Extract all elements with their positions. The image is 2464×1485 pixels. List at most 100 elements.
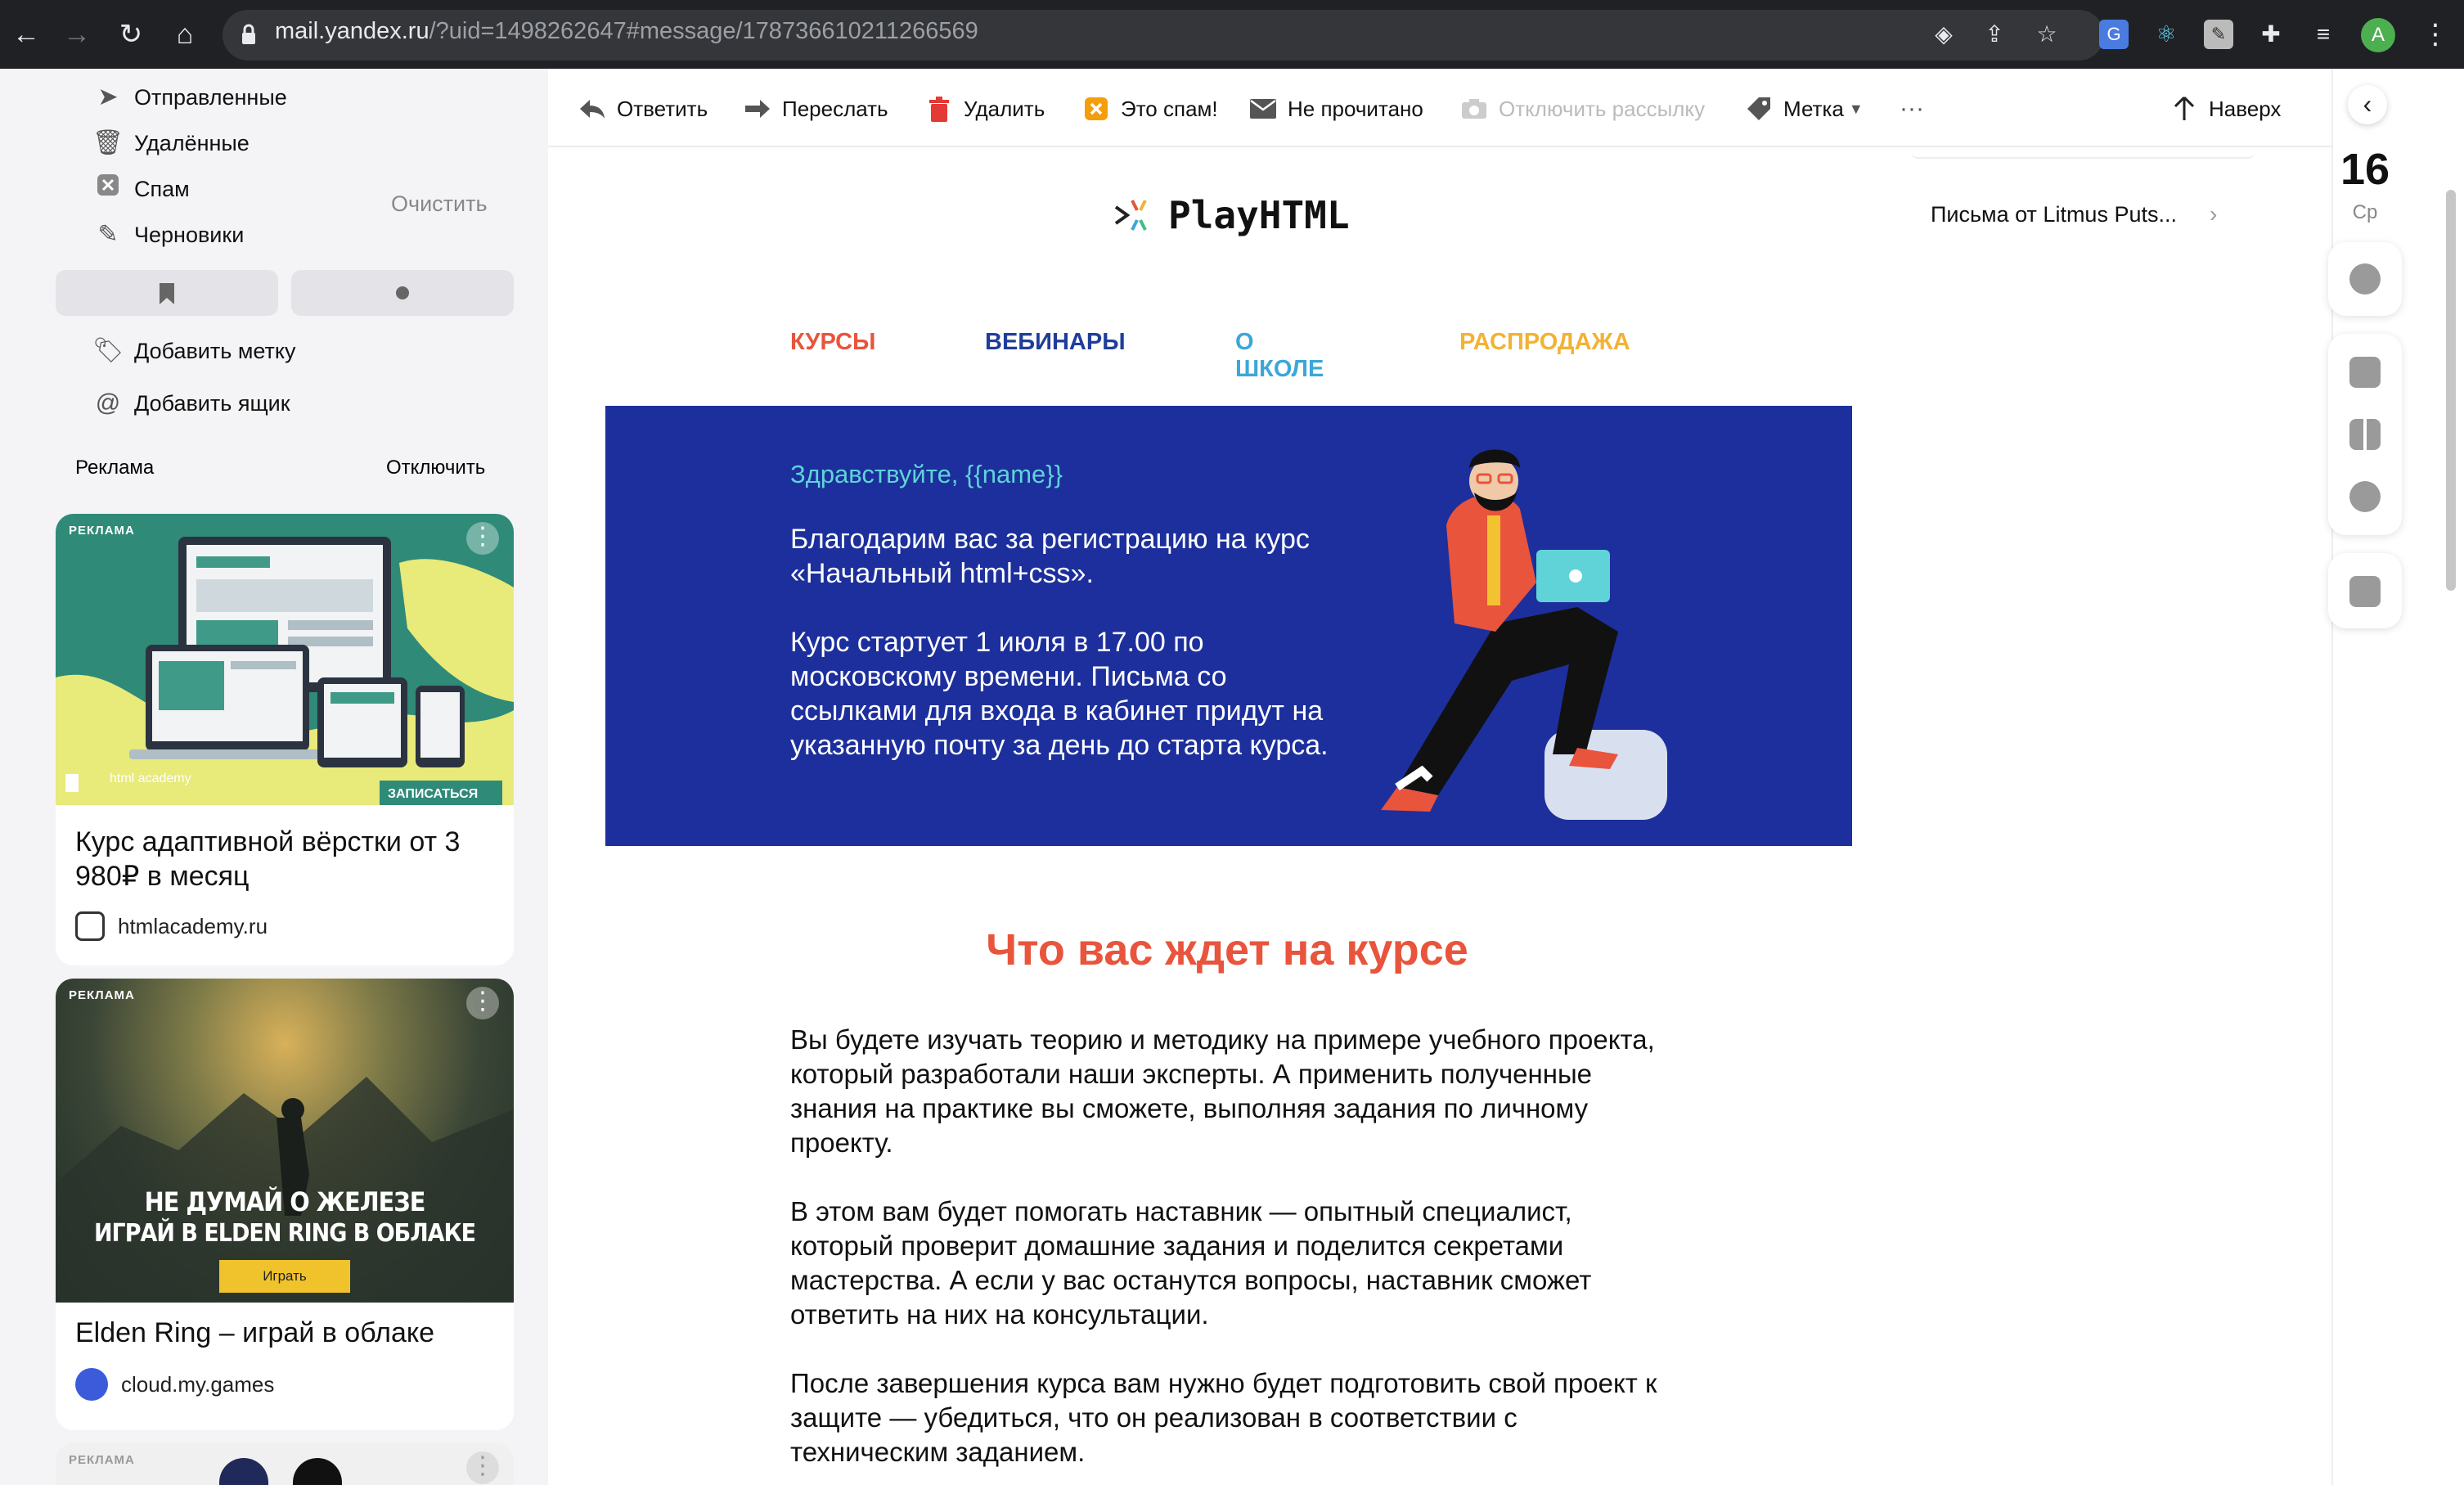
translate-extension-icon[interactable]: G bbox=[2099, 20, 2129, 49]
forward-arrow-icon bbox=[743, 94, 772, 124]
ad-tag: РЕКЛАМА bbox=[69, 1453, 135, 1467]
widget-box bbox=[2328, 553, 2402, 628]
folder-label: Спам bbox=[134, 176, 190, 201]
add-mailbox-button[interactable]: @ Добавить ящик bbox=[92, 383, 290, 424]
ad-banner-image bbox=[293, 1458, 342, 1485]
message-toolbar: Ответить Переслать Удалить Это спам! Не … bbox=[548, 69, 2331, 147]
ad-banner-subheadline: ИГРАЙ В ELDEN RING В ОБЛАКЕ bbox=[93, 1219, 476, 1248]
ad-banner-cta[interactable]: ЗАПИСАТЬСЯ bbox=[388, 787, 478, 802]
bookmark-star-icon[interactable]: ☆ bbox=[2032, 20, 2062, 49]
media-queue-icon[interactable]: ≡ bbox=[2309, 20, 2338, 49]
nav-about[interactable]: О ШКОЛЕ bbox=[1235, 329, 1324, 383]
body-paragraph: После завершения курса вам нужно будет п… bbox=[790, 1368, 1657, 1467]
folder-label: Отправленные bbox=[134, 84, 287, 110]
folder-spam[interactable]: Спам bbox=[92, 169, 190, 209]
cast-icon[interactable]: ◈ bbox=[1929, 20, 1958, 49]
folder-label: Удалённые bbox=[134, 130, 250, 155]
reply-button[interactable]: Ответить bbox=[578, 92, 708, 126]
scroll-top-label: Наверх bbox=[2209, 96, 2282, 121]
ad-domain-text: htmlacademy.ru bbox=[118, 913, 268, 938]
calendar-weekday: Ср bbox=[2352, 201, 2378, 223]
reload-icon[interactable]: ↻ bbox=[113, 16, 149, 52]
envelope-icon bbox=[1248, 94, 1278, 124]
pencil-icon: ✎ bbox=[97, 221, 119, 248]
telemost-icon[interactable] bbox=[2349, 263, 2381, 295]
more-actions-button[interactable]: ··· bbox=[1900, 92, 1924, 126]
spam-button[interactable]: Это спам! bbox=[1081, 92, 1218, 126]
ad-title[interactable]: Elden Ring – играй в облаке bbox=[75, 1316, 501, 1350]
notes-icon[interactable] bbox=[2349, 357, 2381, 388]
folder-drafts[interactable]: ✎ Черновики bbox=[92, 214, 244, 255]
welcome-banner: Здравствуйте, {{name}} Благодарим вас за… bbox=[605, 406, 1852, 846]
ad-banner-image[interactable] bbox=[56, 514, 514, 805]
chevron-left-icon: ‹ bbox=[2363, 89, 2372, 119]
nav-courses[interactable]: КУРСЫ bbox=[790, 329, 875, 356]
puzzle-extensions-icon[interactable]: ✚ bbox=[2256, 20, 2286, 49]
profile-avatar[interactable]: A bbox=[2361, 18, 2395, 52]
nav-sale[interactable]: РАСПРОДАЖА bbox=[1459, 329, 1630, 356]
extension-icon[interactable]: ✎ bbox=[2204, 20, 2233, 49]
forward-arrow-icon[interactable]: → bbox=[59, 16, 95, 52]
unsubscribe-button[interactable]: Отключить рассылку bbox=[1459, 92, 1705, 126]
thread-divider bbox=[1911, 147, 2255, 159]
thread-link[interactable]: Письма от Litmus Puts... › bbox=[1931, 201, 2217, 227]
folder-sent[interactable]: ➤ Отправленные bbox=[92, 77, 287, 118]
arrow-up-icon bbox=[2169, 94, 2199, 124]
clear-trash-button[interactable]: Очистить bbox=[391, 191, 488, 217]
collapse-panel-button[interactable]: ‹ bbox=[2348, 85, 2387, 124]
label-dropdown[interactable]: Метка ▼ bbox=[1744, 92, 1864, 126]
folder-trash[interactable]: 🗑 Удалённые bbox=[92, 123, 250, 164]
documents-icon[interactable] bbox=[2349, 576, 2381, 607]
url-text[interactable]: mail.yandex.ru/?uid=1498262647#message/1… bbox=[275, 18, 978, 45]
ad-menu-icon[interactable]: ⋮ bbox=[466, 1451, 499, 1484]
add-label-button[interactable]: 🏷 Добавить метку bbox=[92, 331, 296, 371]
trash-icon: 🗑 bbox=[92, 129, 124, 156]
ads-disable-link[interactable]: Отключить bbox=[386, 457, 485, 479]
label-text: Метка bbox=[1783, 96, 1844, 121]
folder-label: Черновики bbox=[134, 222, 245, 247]
ad-menu-icon[interactable]: ⋮ bbox=[466, 987, 499, 1019]
unread-filter-button[interactable] bbox=[291, 270, 514, 316]
share-icon[interactable]: ⇪ bbox=[1980, 20, 2009, 49]
spam-icon bbox=[92, 173, 124, 205]
banner-paragraph-1: Благодарим вас за регистрацию на курс «Н… bbox=[790, 524, 1310, 589]
ad-banner-headline: НЕ ДУМАЙ О ЖЕЛЕЗЕ bbox=[144, 1186, 426, 1217]
ad-domain[interactable]: cloud.my.games bbox=[75, 1366, 274, 1402]
spam-label: Это спам! bbox=[1121, 96, 1218, 121]
ad-card[interactable]: РЕКЛАМА ⋮ НЕ ДУМАЙ О ЖЕЛЕЗЕ ИГРАЙ В ELDE… bbox=[56, 979, 514, 1430]
lock-icon[interactable] bbox=[241, 23, 257, 46]
mark-unread-button[interactable]: Не прочитано bbox=[1248, 92, 1423, 126]
forward-label: Переслать bbox=[782, 96, 888, 121]
disk-icon[interactable] bbox=[2349, 481, 2381, 512]
ad-banner-image bbox=[219, 1458, 268, 1485]
ad-banner-image[interactable] bbox=[56, 979, 514, 1303]
ad-title[interactable]: Курс адаптивной вёрстки от 3 980₽ в меся… bbox=[75, 825, 484, 893]
calendar-day[interactable]: 16 bbox=[2328, 144, 2402, 195]
react-devtools-icon[interactable]: ⚛ bbox=[2152, 20, 2181, 49]
ad-banner-cta[interactable]: Играть bbox=[219, 1260, 350, 1293]
apps-grid-icon[interactable] bbox=[2349, 419, 2381, 450]
mygames-logo-icon bbox=[75, 1368, 108, 1401]
ad-domain[interactable]: htmlacademy.ru bbox=[75, 908, 268, 944]
home-icon[interactable]: ⌂ bbox=[167, 16, 203, 52]
scroll-top-button[interactable]: Наверх bbox=[2169, 92, 2281, 126]
ad-card[interactable]: РЕКЛАМА ⋮ bbox=[56, 1443, 514, 1485]
banner-paragraph-2: Курс стартует 1 июля в 17.00 по московск… bbox=[790, 627, 1329, 761]
sidebar: ➤ Отправленные 🗑 Удалённые Очистить Спам ✎… bbox=[0, 69, 548, 1485]
ad-menu-icon[interactable]: ⋮ bbox=[466, 522, 499, 555]
back-arrow-icon[interactable]: ← bbox=[8, 16, 44, 52]
scrollbar-thumb[interactable] bbox=[2446, 190, 2456, 591]
ad-banner-logo: html academy bbox=[110, 772, 191, 785]
browser-toolbar: ← → ↻ ⌂ mail.yandex.ru/?uid=1498262647#m… bbox=[0, 0, 2464, 69]
widget-box bbox=[2328, 242, 2402, 316]
nav-webinars[interactable]: ВЕБИНАРЫ bbox=[985, 329, 1126, 356]
message-body: PlayHTML Письма от Litmus Puts... › КУРС… bbox=[548, 147, 2331, 1485]
camera-icon bbox=[1459, 94, 1489, 124]
chrome-menu-icon[interactable]: ⋮ bbox=[2421, 16, 2449, 52]
delete-button[interactable]: Удалить bbox=[924, 92, 1045, 126]
forward-button[interactable]: Переслать bbox=[743, 92, 888, 126]
playhtml-logo[interactable]: PlayHTML bbox=[1113, 193, 1350, 237]
ad-card[interactable]: РЕКЛАМА ⋮ html academy ЗАПИСАТЬСЯ Курс а… bbox=[56, 514, 514, 965]
url-path: /?uid=1498262647#message/178736610211266… bbox=[429, 18, 978, 44]
bookmark-filter-button[interactable] bbox=[56, 270, 278, 316]
